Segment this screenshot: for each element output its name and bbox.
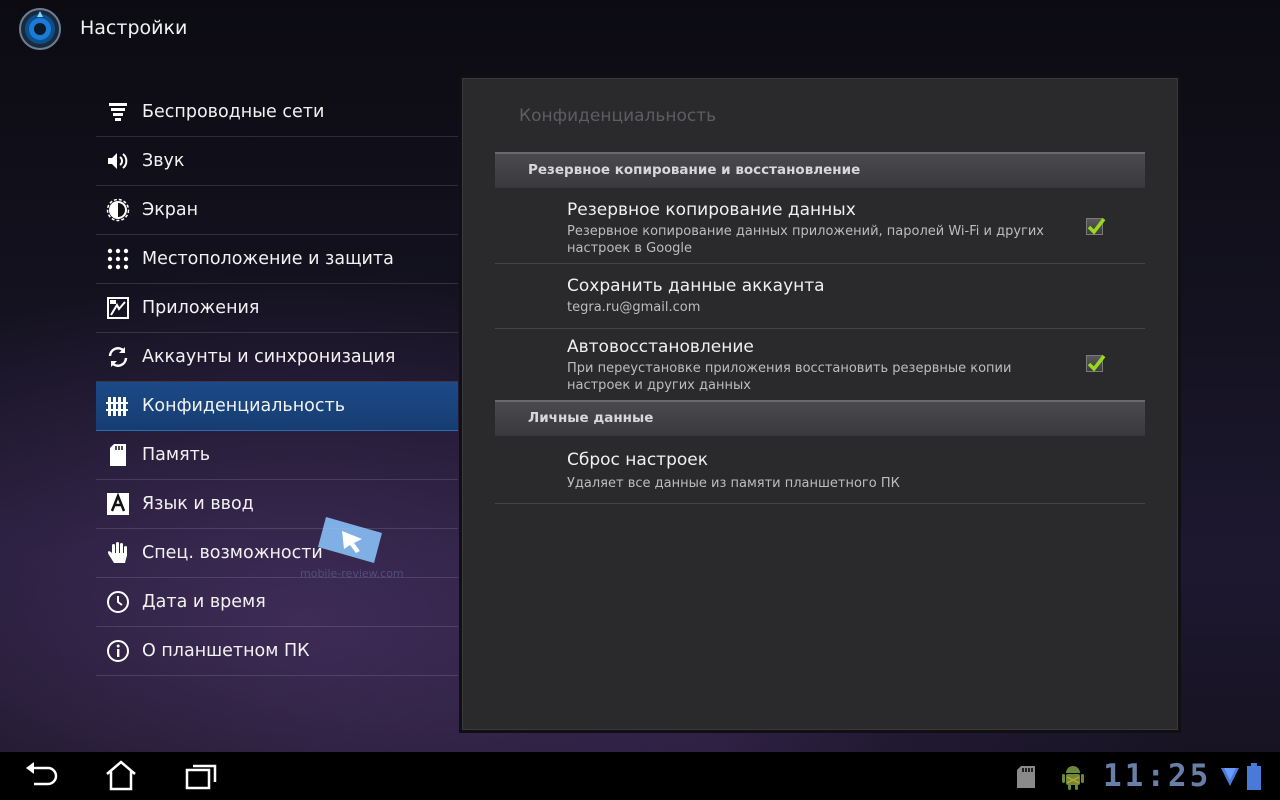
pref-auto-restore[interactable]: Автовосстановление При переустановке при… — [495, 329, 1145, 403]
applications-icon — [106, 296, 130, 320]
nav-item-label: О планшетном ПК — [142, 641, 310, 661]
language-icon — [106, 492, 130, 516]
section-header-personal-data: Личные данные — [495, 400, 1145, 436]
sd-card-status-icon — [1017, 766, 1035, 788]
pref-title: Резервное копирование данных — [567, 200, 856, 220]
nav-item-accounts-sync[interactable]: Аккаунты и синхронизация — [96, 333, 458, 382]
privacy-fence-icon — [106, 394, 130, 418]
check-icon — [1087, 354, 1106, 372]
nav-item-date-time[interactable]: Дата и время — [96, 578, 458, 627]
privacy-settings-panel: Конфиденциальность Резервное копирование… — [459, 75, 1181, 733]
nav-item-storage[interactable]: Память — [96, 431, 458, 480]
pref-factory-reset[interactable]: Сброс настроек Удаляет все данные из пам… — [495, 436, 1145, 504]
speaker-icon — [106, 149, 130, 173]
nav-item-location-security[interactable]: Местоположение и защита — [96, 235, 458, 284]
battery-icon — [1247, 763, 1261, 790]
hand-icon — [106, 541, 130, 565]
watermark-text: mobile-review.com — [300, 567, 404, 580]
nav-item-label: Приложения — [142, 298, 260, 318]
nav-item-applications[interactable]: Приложения — [96, 284, 458, 333]
nav-item-display[interactable]: Экран — [96, 186, 458, 235]
nav-item-label: Беспроводные сети — [142, 102, 325, 122]
brightness-icon — [106, 198, 130, 222]
nav-item-privacy[interactable]: Конфиденциальность — [96, 382, 458, 431]
back-icon[interactable] — [22, 760, 62, 792]
settings-app-icon[interactable] — [18, 7, 62, 51]
nav-item-label: Конфиденциальность — [142, 396, 346, 416]
nav-item-label: Дата и время — [142, 592, 266, 612]
nav-item-label: Местоположение и защита — [142, 249, 394, 269]
android-debug-icon — [1062, 766, 1084, 790]
pattern-lock-icon — [106, 247, 130, 271]
home-icon[interactable] — [101, 760, 141, 792]
pref-title: Автовосстановление — [567, 337, 754, 357]
nav-item-label: Экран — [142, 200, 199, 220]
pref-title: Сброс настроек — [567, 450, 708, 470]
page-title: Настройки — [80, 17, 188, 39]
nav-item-label: Язык и ввод — [142, 494, 254, 514]
panel-title: Конфиденциальность — [519, 106, 717, 126]
check-icon — [1087, 217, 1106, 235]
status-clock: 11:25 — [1103, 758, 1212, 794]
nav-item-label: Звук — [142, 151, 185, 171]
nav-item-about-tablet[interactable]: О планшетном ПК — [96, 627, 458, 676]
pref-title: Сохранить данные аккаунта — [567, 276, 825, 296]
info-icon — [106, 639, 130, 663]
wifi-signal-icon — [1221, 768, 1239, 786]
settings-nav: Беспроводные сети Звук Экран Местоположе… — [96, 88, 458, 676]
nav-item-accessibility[interactable]: Спец. возможности — [96, 529, 458, 578]
pref-summary: tegra.ru@gmail.com — [567, 300, 701, 315]
sync-icon — [106, 345, 130, 369]
section-header-backup: Резервное копирование и восстановление — [495, 152, 1145, 188]
nav-item-language-input[interactable]: Язык и ввод — [96, 480, 458, 529]
nav-item-sound[interactable]: Звук — [96, 137, 458, 186]
action-bar: Настройки — [0, 0, 1280, 58]
recent-apps-icon[interactable] — [182, 760, 222, 792]
nav-item-label: Память — [142, 445, 211, 465]
pref-summary: При переустановке приложения восстановит… — [567, 361, 1012, 393]
sd-card-icon — [106, 443, 130, 467]
pref-backup-account[interactable]: Сохранить данные аккаунта tegra.ru@gmail… — [495, 264, 1145, 329]
pref-summary: Резервное копирование данных приложений,… — [567, 224, 1044, 256]
clock-icon — [106, 590, 130, 614]
mobile-review-watermark-icon — [318, 517, 382, 563]
pref-summary: Удаляет все данные из памяти планшетного… — [567, 476, 900, 491]
backup-data-checkbox[interactable] — [1086, 217, 1106, 235]
pref-backup-data[interactable]: Резервное копирование данных Резервное к… — [495, 188, 1145, 264]
wifi-icon — [106, 100, 130, 124]
auto-restore-checkbox[interactable] — [1086, 354, 1106, 372]
system-bar — [0, 752, 1280, 800]
nav-item-label: Аккаунты и синхронизация — [142, 347, 396, 367]
nav-item-wireless[interactable]: Беспроводные сети — [96, 88, 458, 137]
